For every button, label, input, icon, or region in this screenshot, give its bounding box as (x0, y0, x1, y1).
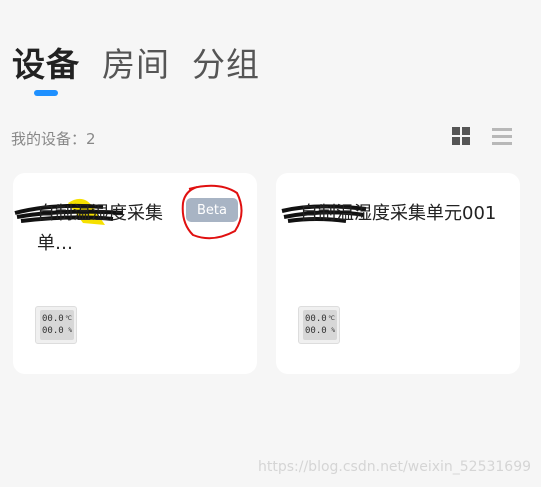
humidity-readout: 00.0 (305, 326, 327, 336)
tab-groups[interactable]: 分组 (192, 38, 260, 86)
tab-rooms[interactable]: 房间 (102, 38, 170, 86)
temp-unit: ℃ (328, 315, 335, 322)
temp-readout: 00.0 (42, 314, 64, 324)
active-tab-indicator (34, 90, 58, 96)
device-name: 自制温湿度采集单… (37, 203, 163, 254)
view-toggle (452, 127, 512, 145)
humidity-unit: % (331, 327, 335, 334)
watermark: https://blog.csdn.net/weixin_52531699 (258, 459, 532, 475)
device-count-value: 2 (86, 130, 96, 148)
temp-unit: ℃ (65, 315, 72, 322)
list-view-icon[interactable] (492, 127, 512, 145)
temp-readout: 00.0 (305, 314, 327, 324)
device-count: 我的设备：2 (11, 128, 96, 149)
device-card[interactable]: 自制温湿度采集单… Beta 00.0 ℃ 00.0% (13, 173, 257, 374)
device-name: 自制温湿度采集单元001 (300, 203, 497, 224)
device-count-label: 我的设备： (11, 130, 87, 148)
thermo-hygrometer-icon: 00.0 ℃ 00.0% (35, 306, 77, 344)
device-card[interactable]: 自制温湿度采集单元001 00.0 ℃ 00.0% (276, 173, 520, 374)
tab-devices[interactable]: 设备 (12, 38, 80, 86)
humidity-unit: % (68, 327, 72, 334)
thermo-hygrometer-icon: 00.0 ℃ 00.0% (298, 306, 340, 344)
annotation-circle (181, 184, 243, 240)
grid-view-icon[interactable] (452, 127, 470, 145)
humidity-readout: 00.0 (42, 326, 64, 336)
